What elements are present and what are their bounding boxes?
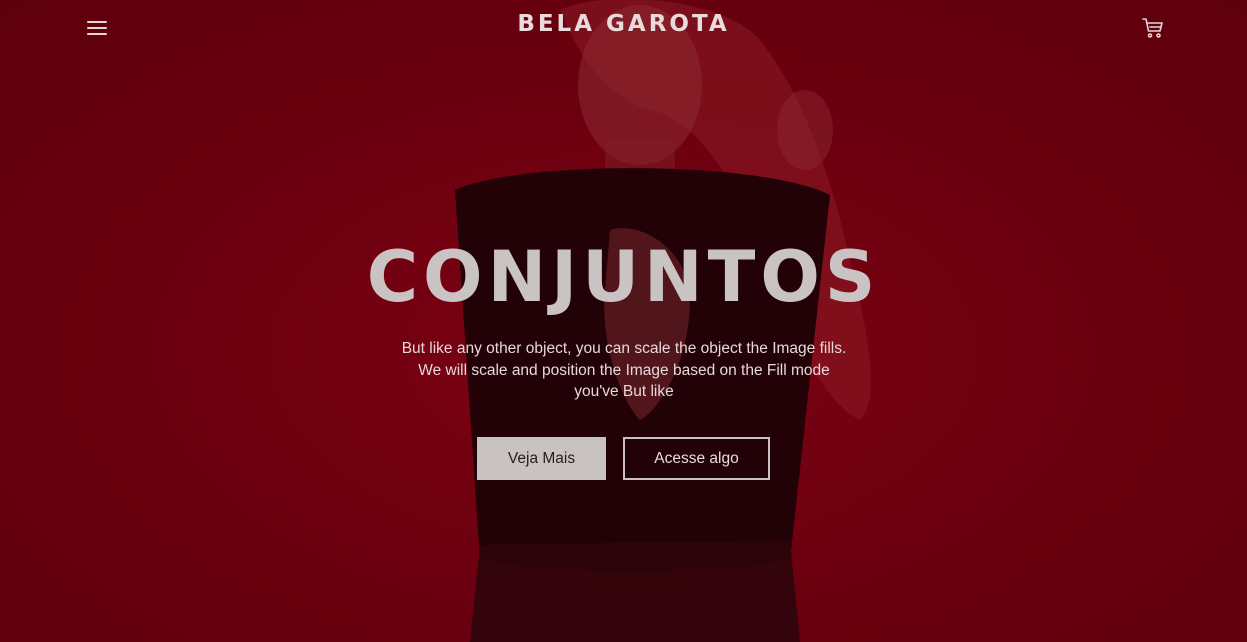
acesse-algo-button[interactable]: Acesse algo [623, 437, 770, 480]
shopping-cart-icon[interactable] [1141, 16, 1165, 40]
veja-mais-button[interactable]: Veja Mais [477, 437, 606, 480]
hero-background-image [0, 0, 1247, 642]
model-photo-silhouette [455, 0, 871, 642]
brand-logo[interactable]: BELA GAROTA [0, 11, 1247, 37]
hero-title: CONJUNTOS [366, 236, 881, 318]
hero-description: But like any other object, you can scale… [401, 340, 847, 400]
